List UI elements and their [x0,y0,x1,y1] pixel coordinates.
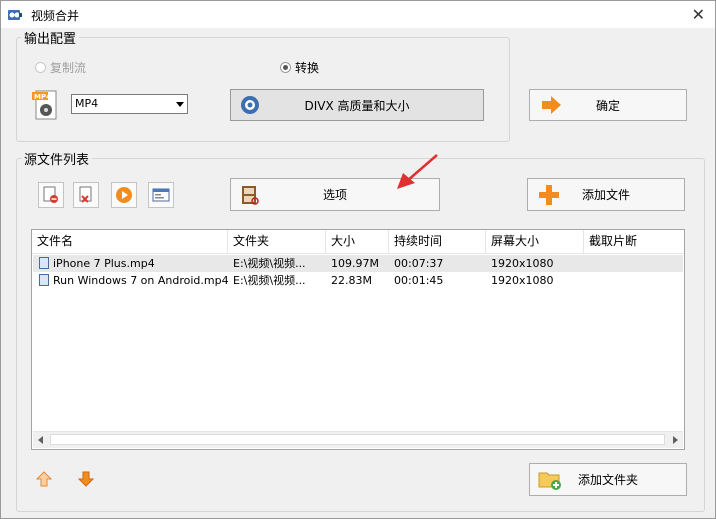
arrow-right-icon [542,96,561,114]
add-file-button[interactable]: 添加文件 [527,178,685,211]
file-resolution: 1920x1080 [491,257,554,270]
add-folder-button[interactable]: 添加文件夹 [529,463,687,496]
add-file-label: 添加文件 [581,188,630,202]
copy-stream-radio[interactable]: 复制流 [35,59,86,76]
convert-radio[interactable]: 转换 [280,59,319,76]
options-label: 选项 [322,188,347,202]
source-files-legend: 源文件列表 [21,149,93,168]
copy-stream-label: 复制流 [50,61,87,75]
file-size: 22.83M [331,274,372,287]
file-resolution: 1920x1080 [491,274,554,287]
file-size: 109.97M [331,257,379,270]
mp4-format-icon: MP4 [32,90,57,120]
svg-text:MP4: MP4 [34,93,51,101]
scroll-left-icon[interactable] [38,436,43,444]
file-duration: 00:01:45 [394,274,444,287]
chevron-down-icon [176,102,184,107]
table-row[interactable]: iPhone 7 Plus.mp4 E:\视频\视频... 109.97M 00… [33,255,683,272]
output-config-legend: 输出配置 [21,28,80,47]
file-clip [585,255,683,272]
film-cut-icon [242,185,259,205]
file-clip [585,272,683,289]
delete-file-icon [79,186,92,203]
main-window: 视频合并 ✕ 输出配置 复制流 转换 MP4 MP4 DIVX 高质量和大小 确… [0,0,716,519]
file-folder: E:\视频\视频... [233,257,306,270]
file-name: Run Windows 7 on Android.mp4 [53,274,229,287]
col-header-size[interactable]: 大小 [326,230,389,253]
remove-file-button[interactable] [38,182,64,208]
horizontal-scrollbar[interactable] [33,431,683,448]
delete-file-button[interactable] [73,182,99,208]
quality-preset-label: DIVX 高质量和大小 [304,98,410,113]
plus-icon [539,184,559,205]
source-file-list[interactable]: 文件名 文件夹 大小 持续时间 屏幕大小 截取片断 iPhone 7 Plus.… [31,229,685,450]
table-row[interactable]: Run Windows 7 on Android.mp4 E:\视频\视频...… [33,272,683,289]
folder-add-icon [538,472,561,490]
close-button[interactable]: ✕ [692,5,705,24]
col-header-clip[interactable]: 截取片断 [584,230,684,253]
play-button[interactable] [111,182,137,208]
scrollbar-thumb[interactable] [50,434,665,445]
file-folder: E:\视频\视频... [233,274,306,287]
film-app-icon [8,10,22,20]
play-icon [116,187,132,203]
col-header-folder[interactable]: 文件夹 [228,230,326,253]
confirm-label: 确定 [595,98,620,113]
format-select-value: MP4 [75,97,99,110]
quality-preset-button[interactable]: DIVX 高质量和大小 [230,89,484,121]
radio-dot [35,62,46,73]
move-up-icon[interactable] [36,471,52,487]
pointer-arrow-annotation [397,154,438,189]
radio-dot-selected [280,62,291,73]
scroll-right-icon[interactable] [673,436,678,444]
add-folder-label: 添加文件夹 [577,473,638,487]
col-header-filename[interactable]: 文件名 [32,230,228,253]
move-down-icon[interactable] [78,471,94,487]
video-file-icon [39,257,49,269]
convert-label: 转换 [295,61,320,75]
file-name: iPhone 7 Plus.mp4 [53,257,155,270]
remove-file-icon [43,186,58,203]
gear-settings-icon [241,96,259,114]
window-properties-icon [152,188,170,202]
list-header: 文件名 文件夹 大小 持续时间 屏幕大小 截取片断 [32,230,684,254]
properties-button[interactable] [148,182,174,208]
window-title: 视频合并 [31,9,80,23]
file-duration: 00:07:37 [394,257,444,270]
confirm-button[interactable]: 确定 [529,89,687,121]
video-file-icon [39,274,49,286]
col-header-resolution[interactable]: 屏幕大小 [486,230,584,253]
title-bar: 视频合并 ✕ [1,1,715,28]
format-select[interactable]: MP4 [71,94,188,114]
col-header-duration[interactable]: 持续时间 [389,230,486,253]
